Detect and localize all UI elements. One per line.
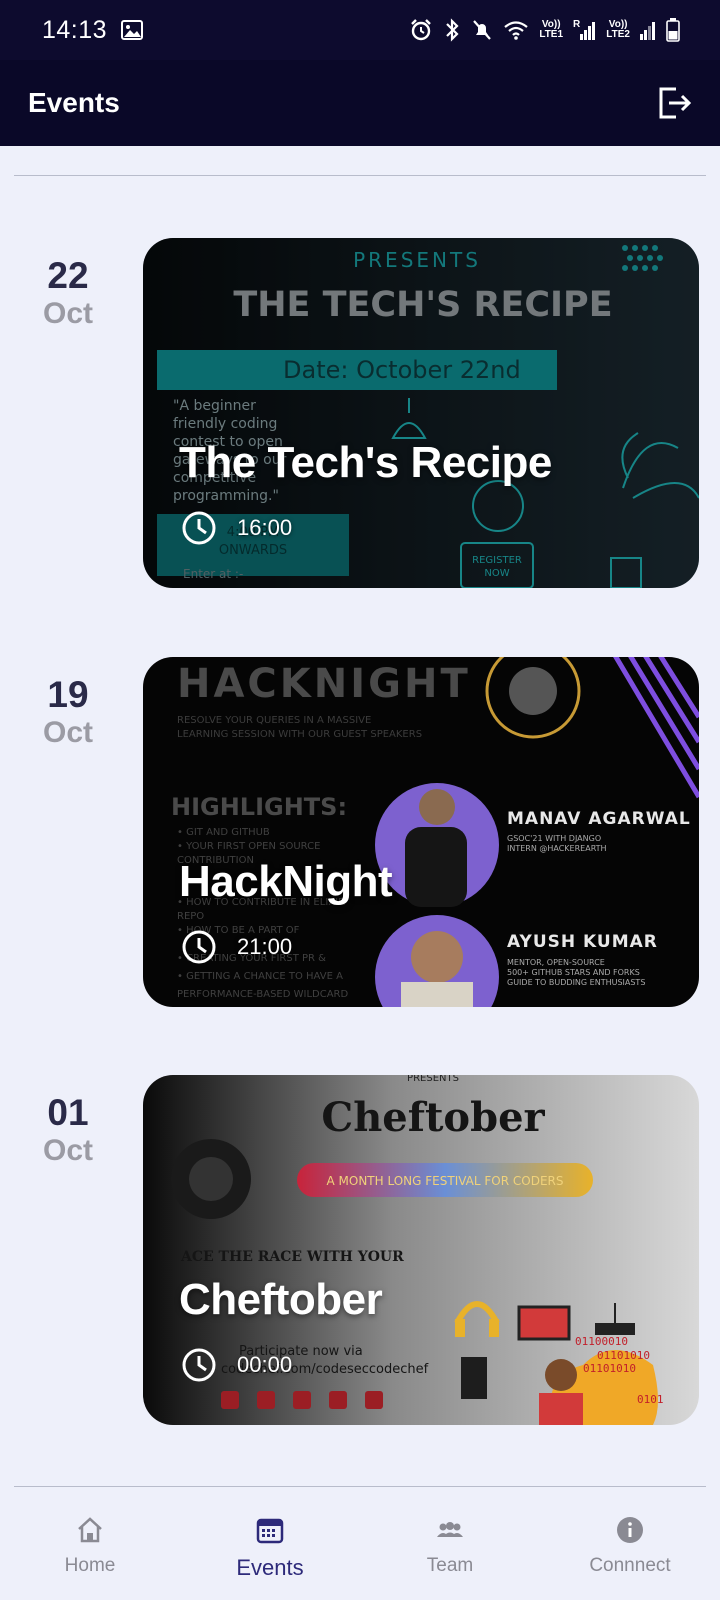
- event-time: 16:00: [237, 515, 293, 540]
- app-bar: Events: [0, 60, 720, 146]
- svg-text:REPO: REPO: [177, 911, 204, 922]
- svg-text:ACE THE RACE WITH YOUR: ACE THE RACE WITH YOUR: [180, 1249, 404, 1265]
- svg-text:MENTOR, OPEN-SOURCE: MENTOR, OPEN-SOURCE: [507, 958, 605, 967]
- event-month: Oct: [42, 716, 93, 749]
- clock-icon: [182, 930, 216, 964]
- event-month: Oct: [42, 297, 93, 330]
- svg-text:INTERN @HACKEREARTH: INTERN @HACKEREARTH: [507, 844, 607, 853]
- event-day: 22: [47, 255, 89, 296]
- logout-icon: [659, 87, 692, 119]
- home-icon: [78, 1517, 102, 1543]
- signal-2-icon: [640, 20, 656, 40]
- svg-text:0101: 0101: [637, 1393, 664, 1406]
- event-time: 00:00: [237, 1352, 293, 1377]
- info-icon: [617, 1517, 643, 1543]
- nav-connect-label: Connnect: [589, 1555, 671, 1576]
- alarm-icon: [409, 18, 433, 42]
- nav-connect[interactable]: Connnect: [550, 1515, 710, 1577]
- svg-text:A MONTH LONG FESTIVAL FOR CODE: A MONTH LONG FESTIVAL FOR CODERS: [327, 1174, 564, 1188]
- bottom-nav: Home Events Team Connnect: [0, 1487, 720, 1600]
- svg-text:01101010: 01101010: [597, 1349, 650, 1362]
- event-item: 22 Oct PRESENTS THE TECH'S RECIPE Date: …: [0, 238, 720, 588]
- event-time-row: 00:00: [181, 1347, 292, 1383]
- svg-text:500+ GITHUB STARS AND FORKS: 500+ GITHUB STARS AND FORKS: [507, 968, 640, 977]
- nav-team[interactable]: Team: [370, 1515, 530, 1577]
- svg-text:HIGHLIGHTS:: HIGHLIGHTS:: [171, 793, 347, 821]
- sim2-indicator: Vo)) LTE2: [606, 19, 630, 40]
- mute-icon: [471, 18, 493, 42]
- event-title: The Tech's Recipe: [179, 438, 552, 487]
- nav-home-label: Home: [64, 1555, 116, 1576]
- calendar-icon: [256, 1518, 284, 1544]
- svg-text:01100010: 01100010: [575, 1335, 628, 1348]
- event-time-row: 21:00: [181, 929, 292, 965]
- svg-text:• YOUR FIRST OPEN SOURCE: • YOUR FIRST OPEN SOURCE: [177, 841, 320, 852]
- svg-text:Cheftober: Cheftober: [321, 1094, 545, 1141]
- event-card-hacknight[interactable]: HACKNIGHT RESOLVE YOUR QUERIES IN A MASS…: [143, 657, 699, 1007]
- event-item: 01 Oct PRESENTS Cheftober A MONTH LONG F…: [0, 1075, 720, 1425]
- status-bar: 14:13 Vo)) LTE1 R Vo)) LTE2: [0, 0, 720, 60]
- event-day: 19: [47, 674, 89, 715]
- event-title: HackNight: [179, 857, 393, 906]
- svg-text:PRESENTS: PRESENTS: [407, 1075, 459, 1084]
- battery-icon: [666, 18, 680, 42]
- event-date: 19 Oct: [40, 675, 96, 751]
- event-date: 01 Oct: [40, 1093, 96, 1169]
- top-divider: [14, 175, 706, 176]
- svg-text:RESOLVE YOUR QUERIES IN A MASS: RESOLVE YOUR QUERIES IN A MASSIVE: [177, 715, 371, 726]
- gallery-notification-icon: [121, 20, 144, 40]
- sim1-indicator: Vo)) LTE1: [539, 19, 564, 40]
- svg-text:• GIT AND GITHUB: • GIT AND GITHUB: [177, 827, 270, 838]
- svg-text:LEARNING SESSION WITH OUR GUES: LEARNING SESSION WITH OUR GUEST SPEAKERS: [177, 729, 422, 740]
- event-item: 19 Oct HACKNIGHT RESOLVE YOUR QUERIES IN…: [0, 657, 720, 1007]
- nav-home[interactable]: Home: [10, 1515, 170, 1577]
- clock-icon: [182, 511, 216, 545]
- event-title: Cheftober: [179, 1275, 383, 1324]
- wifi-icon: [503, 19, 529, 41]
- svg-text:GSOC'21 WITH DJANGO: GSOC'21 WITH DJANGO: [507, 834, 601, 843]
- event-month: Oct: [42, 1134, 93, 1167]
- svg-text:AYUSH KUMAR: AYUSH KUMAR: [507, 932, 658, 952]
- team-icon: [437, 1522, 463, 1537]
- svg-text:HACKNIGHT: HACKNIGHT: [177, 661, 471, 707]
- signal-1-icon: R: [573, 20, 596, 40]
- nav-team-label: Team: [426, 1555, 474, 1576]
- logout-button[interactable]: [652, 81, 696, 125]
- event-date: 22 Oct: [40, 256, 96, 332]
- svg-text:GUIDE TO BUDDING ENTHUSIASTS: GUIDE TO BUDDING ENTHUSIASTS: [507, 978, 645, 987]
- event-card-cheftober[interactable]: PRESENTS Cheftober A MONTH LONG FESTIVAL…: [143, 1075, 699, 1425]
- svg-text:PERFORMANCE-BASED WILDCARD: PERFORMANCE-BASED WILDCARD: [177, 989, 348, 1000]
- nav-events-label: Events: [236, 1555, 304, 1580]
- page-title: Events: [28, 87, 120, 118]
- status-time: 14:13: [42, 15, 108, 44]
- svg-text:01101010: 01101010: [583, 1362, 636, 1375]
- bluetooth-icon: [443, 18, 461, 42]
- event-time: 21:00: [237, 934, 293, 959]
- clock-icon: [182, 1348, 216, 1382]
- svg-text:MANAV AGARWAL: MANAV AGARWAL: [507, 809, 691, 829]
- event-time-row: 16:00: [181, 510, 292, 546]
- event-day: 01: [47, 1092, 89, 1133]
- nav-events[interactable]: Events: [190, 1515, 350, 1581]
- svg-text:• GETTING A CHANCE TO HAVE A: • GETTING A CHANCE TO HAVE A: [177, 971, 343, 982]
- event-card-tech-recipe[interactable]: PRESENTS THE TECH'S RECIPE Date: October…: [143, 238, 699, 588]
